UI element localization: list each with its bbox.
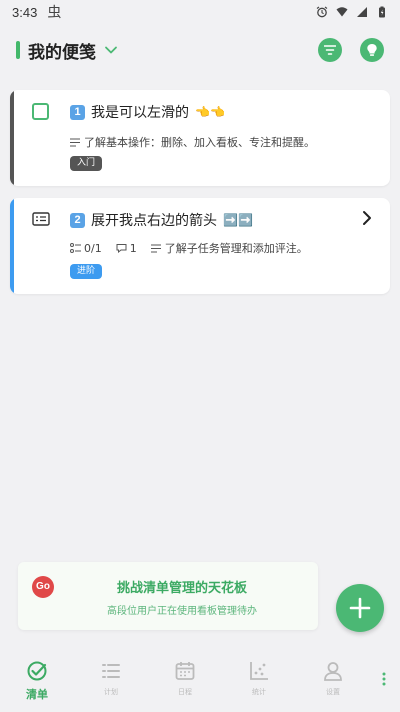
list-icon xyxy=(102,664,120,678)
task-tag: 入门 xyxy=(70,156,103,171)
battery-icon xyxy=(379,6,385,18)
task-description: 了解基本操作：删除、加入看板、专注和提醒。 xyxy=(70,134,315,150)
task-card[interactable]: 2 展开我点右边的箭头 ➡️➡️ 0/1 1 了解子任务管理和添加评注。 进阶 xyxy=(10,198,390,294)
nav-label: 清单 xyxy=(26,688,48,701)
keycap-number-icon: 2 xyxy=(70,212,85,228)
wifi-icon xyxy=(336,7,348,17)
plus-icon xyxy=(349,597,371,619)
task-title: 1 我是可以左滑的 👈👈 xyxy=(70,102,225,122)
add-task-button[interactable] xyxy=(336,584,384,632)
scatter-chart-icon xyxy=(250,662,268,680)
filter-button[interactable] xyxy=(318,38,342,62)
title-accent-bar xyxy=(16,41,20,59)
bottom-nav: 清单 计划 日程 统计 设置 xyxy=(0,652,400,712)
status-time: 3:43 xyxy=(12,4,38,20)
subtasks-text: 0/1 xyxy=(84,241,102,255)
app-header: 我的便笺 xyxy=(0,30,400,70)
task-description-text: 了解子任务管理和添加评注。 xyxy=(164,242,308,255)
task-meta: 0/1 1 了解子任务管理和添加评注。 xyxy=(70,240,308,256)
task-checkbox[interactable] xyxy=(32,103,49,120)
nav-item-schedule[interactable]: 日程 xyxy=(148,652,222,697)
nav-item-settings[interactable]: 设置 xyxy=(296,652,370,697)
subtasks-icon xyxy=(70,243,81,253)
nav-item-plan[interactable]: 计划 xyxy=(74,652,148,697)
chevron-down-icon[interactable] xyxy=(104,43,118,57)
list-title[interactable]: 我的便笺 xyxy=(28,38,96,63)
comments-count: 1 xyxy=(116,242,137,255)
signal-icon xyxy=(357,7,367,17)
bug-icon: 虫 xyxy=(47,5,62,21)
more-vertical-icon[interactable] xyxy=(382,672,386,686)
status-bar: 3:43 虫 xyxy=(0,0,400,24)
filter-icon xyxy=(324,45,336,55)
expand-arrow-icon[interactable] xyxy=(360,210,374,226)
pointing-left-emoji: 👈👈 xyxy=(195,105,225,119)
subtasks-count: 0/1 xyxy=(70,242,102,255)
comment-icon xyxy=(116,244,127,253)
tips-button[interactable] xyxy=(360,38,384,62)
nav-item-stats[interactable]: 统计 xyxy=(222,652,296,697)
arrow-right-emoji: ➡️➡️ xyxy=(223,213,253,227)
notes-icon xyxy=(150,243,161,253)
notes-icon xyxy=(70,137,80,147)
task-card[interactable]: 1 我是可以左滑的 👈👈 了解基本操作：删除、加入看板、专注和提醒。 入门 xyxy=(10,90,390,186)
lightbulb-icon xyxy=(367,44,377,56)
promo-banner[interactable]: Go 挑战清单管理的天花板 高段位用户正在使用看板管理待办 xyxy=(18,562,318,630)
nav-item-list[interactable]: 清单 xyxy=(0,652,74,702)
message-card-icon xyxy=(32,212,50,226)
keycap-number-icon: 1 xyxy=(70,104,85,120)
nav-label: 计划 xyxy=(104,688,118,696)
nav-label: 设置 xyxy=(326,688,340,696)
person-icon xyxy=(324,662,342,681)
alarm-icon xyxy=(316,6,328,18)
banner-subtitle: 高段位用户正在使用看板管理待办 xyxy=(107,606,257,617)
status-icons xyxy=(316,6,388,18)
banner-title: 挑战清单管理的天花板 xyxy=(116,581,247,596)
check-circle-icon xyxy=(27,661,47,681)
task-title-text: 展开我点右边的箭头 xyxy=(91,213,217,229)
calendar-icon xyxy=(175,662,195,680)
task-title-text: 我是可以左滑的 xyxy=(91,105,189,121)
comments-text: 1 xyxy=(129,241,137,255)
task-description-text: 了解基本操作：删除、加入看板、专注和提醒。 xyxy=(84,136,315,149)
task-tag: 进阶 xyxy=(70,264,103,279)
task-title: 2 展开我点右边的箭头 ➡️➡️ xyxy=(70,210,253,230)
nav-label: 日程 xyxy=(178,688,192,696)
nav-label: 统计 xyxy=(252,688,266,696)
